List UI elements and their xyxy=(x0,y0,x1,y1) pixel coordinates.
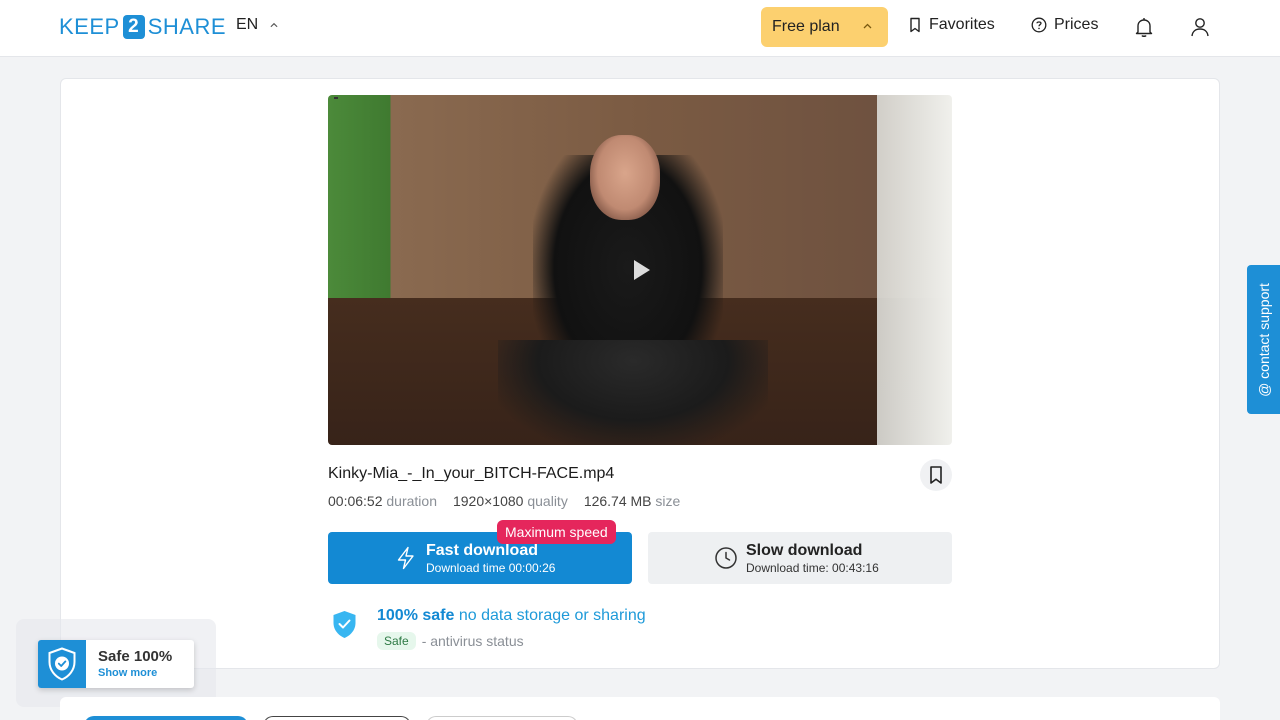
tab-tertiary[interactable] xyxy=(426,716,578,720)
account-button[interactable] xyxy=(1188,15,1212,39)
question-circle-icon xyxy=(1031,17,1047,33)
fast-download-time: Download time 00:00:26 xyxy=(426,561,556,575)
language-selector[interactable]: EN xyxy=(236,16,278,34)
fast-download-title: Fast download xyxy=(426,542,538,559)
size-value: 126.74 MB xyxy=(583,493,652,509)
plan-label: Free plan xyxy=(772,18,840,35)
safe-widget-title: Safe 100% xyxy=(98,648,173,665)
lightning-icon xyxy=(397,546,414,570)
safety-note: no data storage or sharing xyxy=(458,607,646,624)
tab-active[interactable] xyxy=(84,716,248,720)
quality-value: 1920×1080 xyxy=(452,493,524,509)
bell-icon xyxy=(1135,18,1153,37)
duration-value: 00:06:52 xyxy=(328,493,383,509)
quality: 1920×1080 quality xyxy=(453,493,568,509)
file-meta: 00:06:52 duration 1920×1080 quality 126.… xyxy=(328,493,680,509)
quality-label: quality xyxy=(527,493,568,509)
shield-check-icon xyxy=(48,647,76,681)
notifications-button[interactable] xyxy=(1132,15,1156,39)
status-badge: Safe xyxy=(377,632,416,650)
clock-icon xyxy=(715,547,737,569)
safety-statement: 100% safe no data storage or sharing xyxy=(377,607,646,625)
file-name: Kinky-Mia_-_In_your_BITCH-FACE.mp4 xyxy=(328,465,615,482)
language-label: EN xyxy=(236,16,259,33)
video-watermark xyxy=(334,97,338,99)
prices-label: Prices xyxy=(1054,16,1099,33)
safe-widget-show-more[interactable]: Show more xyxy=(98,667,157,679)
logo-part-share: SHARE xyxy=(147,14,226,39)
play-icon[interactable] xyxy=(634,260,650,280)
free-plan-button[interactable]: Free plan xyxy=(761,7,888,47)
slow-download-title: Slow download xyxy=(746,542,863,559)
size: 126.74 MB size xyxy=(584,493,681,509)
chevron-up-icon xyxy=(270,22,278,28)
user-icon xyxy=(1191,18,1209,37)
slow-download-time: Download time: 00:43:16 xyxy=(746,561,879,575)
chevron-up-icon xyxy=(863,23,872,29)
slow-download-button[interactable]: Slow download Download time: 00:43:16 xyxy=(648,532,952,584)
tab-secondary[interactable] xyxy=(263,716,411,720)
contact-support-label: @ contact support xyxy=(1255,282,1272,397)
safe-widget[interactable]: Safe 100% Show more xyxy=(38,640,194,688)
favorites-link[interactable]: Favorites xyxy=(908,16,995,34)
add-to-favorites-button[interactable] xyxy=(920,459,952,491)
duration: 00:06:52 duration xyxy=(328,493,437,509)
video-frame-face xyxy=(590,135,660,220)
contact-support-tab[interactable]: @ contact support xyxy=(1247,265,1280,414)
site-logo[interactable]: KEEP 2 SHARE xyxy=(59,14,226,39)
logo-part-two: 2 xyxy=(122,15,145,39)
video-preview[interactable] xyxy=(328,95,952,445)
size-label: size xyxy=(655,493,681,509)
bookmark-icon xyxy=(930,466,942,484)
top-header: KEEP 2 SHARE EN Free plan Favorites Pric… xyxy=(0,0,1280,57)
safe-widget-icon-box xyxy=(38,640,86,688)
logo-part-keep: KEEP xyxy=(59,14,120,39)
prices-link[interactable]: Prices xyxy=(1031,16,1098,34)
antivirus-status: Safe - antivirus status xyxy=(377,632,524,650)
shield-check-icon xyxy=(333,611,356,638)
status-description: - antivirus status xyxy=(421,633,524,649)
bookmark-icon xyxy=(910,17,920,33)
duration-label: duration xyxy=(386,493,437,509)
safety-bold: 100% safe xyxy=(377,607,455,624)
maximum-speed-badge: Maximum speed xyxy=(497,520,616,544)
video-frame-legs xyxy=(498,340,768,445)
favorites-label: Favorites xyxy=(929,16,995,33)
